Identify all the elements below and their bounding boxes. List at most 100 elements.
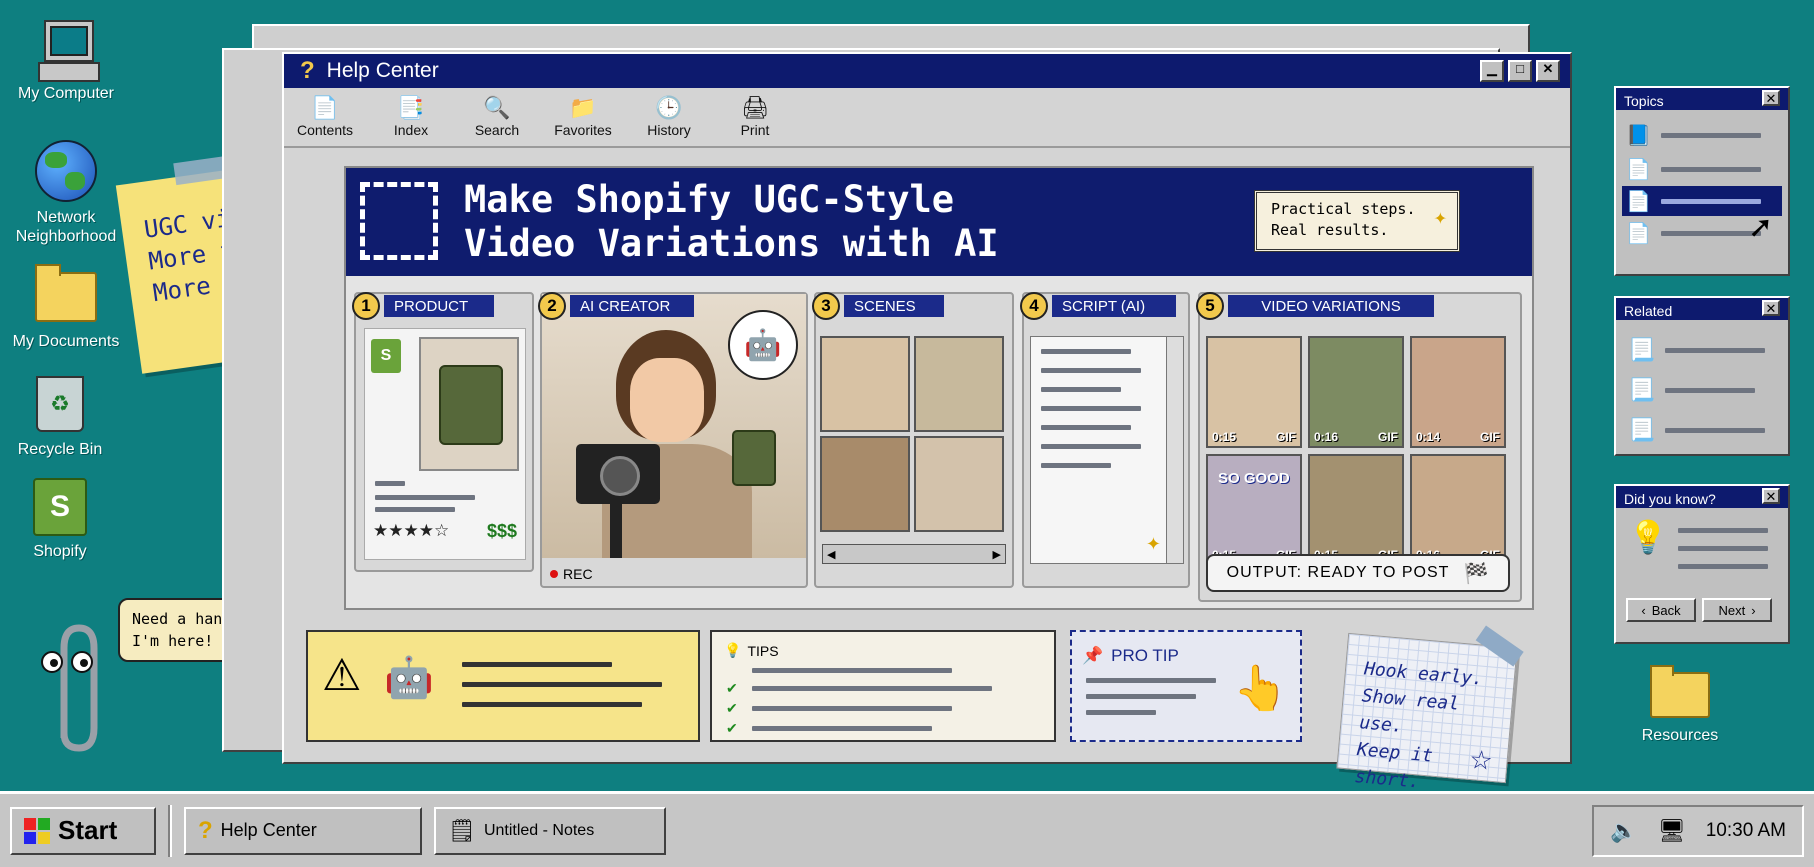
- task-help-center[interactable]: ? Help Center: [184, 806, 422, 855]
- icon-label: My Computer: [17, 85, 115, 102]
- desktop-icon-resources[interactable]: Resources: [1620, 665, 1740, 745]
- related-item[interactable]: 📃: [1628, 370, 1776, 410]
- contents-icon: 📄: [311, 95, 339, 120]
- robot-icon: 🤖: [384, 656, 434, 700]
- mouse-cursor-icon: ➚: [1748, 211, 1774, 244]
- task-untitled-notes[interactable]: 🗒 Untitled - Notes: [434, 806, 666, 855]
- start-button[interactable]: Start: [10, 806, 156, 855]
- desktop-icon-network[interactable]: Network Neighborhood: [6, 140, 126, 246]
- variation-thumbnail[interactable]: 0:16 GIF: [1308, 336, 1404, 448]
- desktop-icon-shopify[interactable]: S Shopify: [0, 478, 120, 561]
- scene-scrollbar[interactable]: ◀ ▶: [822, 544, 1006, 564]
- lightbulb-icon: 💡: [1628, 519, 1668, 555]
- scroll-right-icon[interactable]: ▶: [989, 548, 1005, 561]
- toolbar-print-button[interactable]: 🖨 Print: [720, 94, 790, 140]
- pro-tip-card: 📌 PRO TIP 👆: [1070, 630, 1302, 742]
- toolbar-index-button[interactable]: 📑 Index: [376, 94, 446, 140]
- badge-line: Practical steps.: [1271, 200, 1416, 218]
- chevron-left-icon: ‹: [1641, 602, 1646, 618]
- duration-label: 0:16: [1314, 430, 1339, 444]
- notepad-icon: 🗒: [448, 817, 476, 843]
- rating-stars: ★★★★☆: [373, 521, 450, 540]
- task-label: Help Center: [220, 820, 317, 840]
- close-button[interactable]: ✕: [1762, 300, 1780, 316]
- taskbar: Start ? Help Center 🗒 Untitled - Notes 🔈…: [0, 791, 1814, 867]
- variation-thumbnail[interactable]: 0:14 GIF: [1410, 336, 1506, 448]
- toolbar-contents-button[interactable]: 📄 Contents: [290, 94, 360, 140]
- tripod: [610, 504, 622, 558]
- variation-thumbnail[interactable]: 0:15GIF: [1308, 454, 1404, 566]
- scene-thumbnail[interactable]: [820, 436, 910, 532]
- search-icon: 🔍: [483, 95, 511, 120]
- topic-item[interactable]: 📄: [1626, 152, 1778, 186]
- network-monitor-icon[interactable]: 🖥: [1658, 818, 1686, 844]
- paperclip-icon: [41, 624, 98, 752]
- maximize-button[interactable]: □: [1508, 60, 1532, 82]
- step-title: VIDEO VARIATIONS: [1228, 295, 1434, 317]
- desktop-icon-recycle-bin[interactable]: ♻ Recycle Bin: [0, 376, 120, 459]
- step-title: PRODUCT: [384, 295, 494, 317]
- warning-card: ⚠ 🤖: [306, 630, 700, 742]
- toolbar-label: History: [647, 122, 691, 138]
- document-icon: 📃: [1628, 377, 1656, 402]
- gif-tag: GIF: [1378, 430, 1398, 444]
- scene-thumbnail[interactable]: [820, 336, 910, 432]
- desktop-icon-my-computer[interactable]: My Computer: [6, 18, 126, 103]
- topic-item[interactable]: 📘: [1626, 118, 1778, 152]
- step-number: 4: [1020, 292, 1048, 320]
- clippy-assistant[interactable]: [34, 618, 114, 758]
- minimize-button[interactable]: ▁: [1480, 60, 1504, 82]
- step-number: 5: [1196, 292, 1224, 320]
- close-button[interactable]: ✕: [1762, 90, 1780, 106]
- creator-scene: 🤖: [542, 294, 806, 558]
- duration-label: 0:14: [1416, 430, 1441, 444]
- check-icon: ✔ ✔ ✔: [726, 680, 738, 736]
- icon-label: Recycle Bin: [17, 441, 103, 458]
- toolbar-search-button[interactable]: 🔍 Search: [462, 94, 532, 140]
- close-button[interactable]: ✕: [1536, 60, 1560, 82]
- toolbar-favorites-button[interactable]: 📁 Favorites: [548, 94, 618, 140]
- speaker-icon[interactable]: 🔈: [1610, 818, 1637, 844]
- toolbar-label: Search: [474, 122, 520, 138]
- candle-jar: [439, 365, 503, 445]
- rec-indicator: REC: [550, 566, 593, 582]
- banner: Make Shopify UGC-Style Video Variations …: [346, 168, 1532, 276]
- page-icon: 📄: [1626, 222, 1651, 245]
- next-button[interactable]: Next ›: [1702, 598, 1772, 622]
- caption-overlay: SO GOOD: [1218, 470, 1290, 487]
- variation-thumbnail[interactable]: 0:16GIF: [1410, 454, 1506, 566]
- toolbar-label: Favorites: [554, 122, 612, 138]
- toolbar-history-button[interactable]: 🕒 History: [634, 94, 704, 140]
- desktop-icon-my-documents[interactable]: My Documents: [6, 264, 126, 351]
- scroll-left-icon[interactable]: ◀: [823, 548, 839, 561]
- scene-thumbnail[interactable]: [914, 436, 1004, 532]
- duration-label: 0:15: [1212, 430, 1237, 444]
- hand-pointer-icon: 👆: [1233, 664, 1288, 713]
- related-item[interactable]: 📃: [1628, 410, 1776, 450]
- back-label: Back: [1651, 602, 1681, 618]
- related-item[interactable]: 📃: [1628, 330, 1776, 370]
- price: $$$: [486, 521, 517, 541]
- clock-icon: 🕒: [655, 95, 683, 120]
- variation-thumbnail[interactable]: SO GOOD0:15GIF: [1206, 454, 1302, 566]
- variation-thumbnail[interactable]: 0:15GIF: [1206, 336, 1302, 448]
- related-panel: Related ✕ 📃 📃 📃: [1614, 296, 1790, 456]
- script-scrollbar[interactable]: [1166, 337, 1183, 563]
- tips-title: TIPS: [747, 642, 779, 659]
- did-you-know-panel: Did you know? ✕ 💡 ‹ Back Next ›: [1614, 484, 1790, 644]
- scene-thumbnail[interactable]: [914, 336, 1004, 432]
- warning-icon: ⚠: [322, 651, 362, 700]
- back-button[interactable]: ‹ Back: [1626, 598, 1696, 622]
- grid-note: Hook early. Show real use. Keep it short…: [1336, 625, 1524, 793]
- panel-title: Topics: [1624, 93, 1664, 109]
- candle-jar: [732, 430, 776, 486]
- pro-tip-title: PRO TIP: [1111, 646, 1179, 665]
- toolbar-label: Print: [740, 122, 770, 138]
- output-status: OUTPUT: READY TO POST 🏁: [1206, 554, 1510, 592]
- banner-title-line2: Video Variations with AI: [464, 222, 999, 265]
- creator-face: [630, 358, 704, 442]
- recycle-bin-icon: ♻: [36, 376, 84, 432]
- document-icon: 📃: [1628, 337, 1656, 362]
- close-button[interactable]: ✕: [1762, 488, 1780, 504]
- script-textarea[interactable]: ✦: [1030, 336, 1184, 564]
